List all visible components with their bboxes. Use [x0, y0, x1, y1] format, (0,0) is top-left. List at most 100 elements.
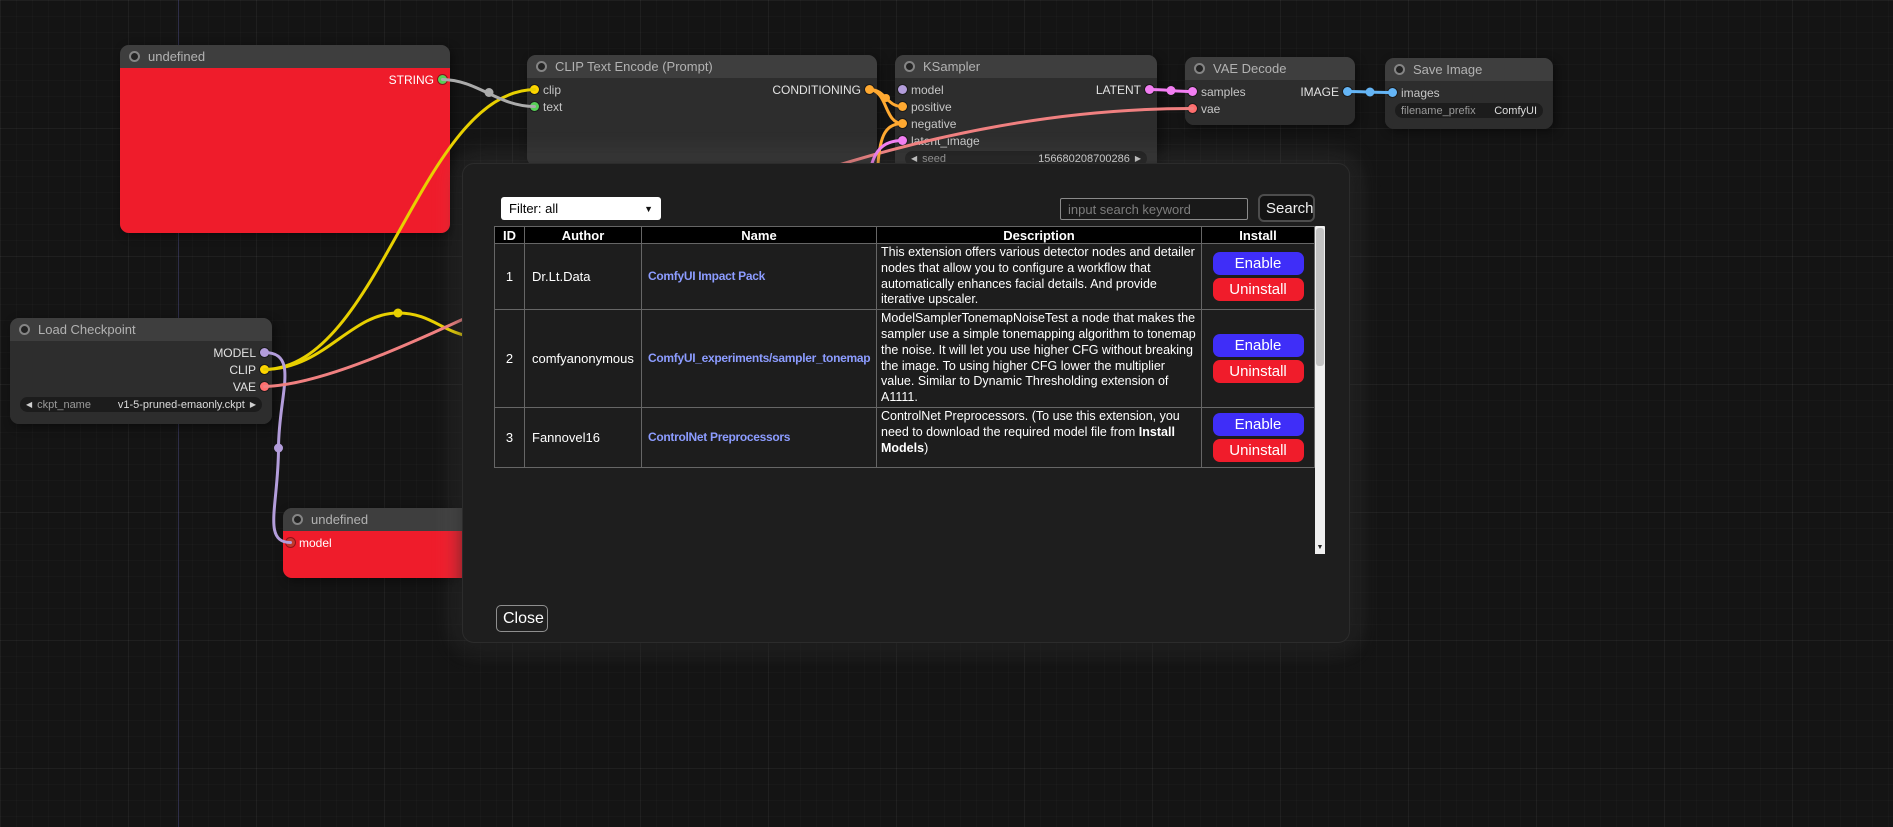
node-title: KSampler: [923, 59, 980, 74]
uninstall-button[interactable]: Uninstall: [1213, 439, 1304, 462]
cell-description: This extension offers various detector n…: [877, 244, 1202, 310]
node-title: VAE Decode: [1213, 61, 1286, 76]
search-button[interactable]: Search: [1258, 194, 1315, 222]
cell-install: Enable Uninstall: [1202, 407, 1315, 467]
input-pin-model[interactable]: [286, 538, 295, 547]
scrollbar-thumb[interactable]: [1316, 228, 1324, 366]
node-title: undefined: [311, 512, 368, 527]
input-pin-clip[interactable]: [530, 85, 539, 94]
cell-install: Enable Uninstall: [1202, 310, 1315, 408]
cell-description: ControlNet Preprocessors. (To use this e…: [877, 407, 1202, 467]
node-collapse-icon[interactable]: [904, 61, 915, 72]
node-header[interactable]: CLIP Text Encode (Prompt): [527, 55, 877, 78]
input-slot-vae: vae: [1185, 100, 1355, 117]
slot-label: positive: [911, 100, 952, 114]
cell-description: ModelSamplerTonemapNoiseTest a node that…: [877, 310, 1202, 408]
ckpt-name-widget[interactable]: ◀ ckpt_name v1-5-pruned-emaonly.ckpt ▶: [20, 397, 262, 412]
enable-button[interactable]: Enable: [1213, 252, 1304, 275]
slot-label: model: [299, 536, 332, 550]
node-save-image[interactable]: Save Image images filename_prefix ComfyU…: [1385, 58, 1553, 129]
table-row: 1 Dr.Lt.Data ComfyUI Impact Pack This ex…: [495, 244, 1315, 310]
cell-name: ComfyUI_experiments/sampler_tonemap: [642, 310, 877, 408]
slot-label: latent_image: [911, 134, 980, 148]
cell-author: Dr.Lt.Data: [525, 244, 642, 310]
node-undefined-top[interactable]: undefined STRING: [120, 45, 450, 233]
slot-label: vae: [1201, 102, 1220, 116]
header-description: Description: [877, 227, 1202, 244]
node-collapse-icon[interactable]: [292, 514, 303, 525]
output-pin-clip[interactable]: [260, 365, 269, 374]
node-clip-text-encode[interactable]: CLIP Text Encode (Prompt) CONDITIONING c…: [527, 55, 877, 166]
node-collapse-icon[interactable]: [19, 324, 30, 335]
widget-label: filename_prefix: [1401, 105, 1476, 117]
node-header[interactable]: Save Image: [1385, 58, 1553, 81]
node-header[interactable]: Load Checkpoint: [10, 318, 272, 341]
slot-label: VAE: [233, 380, 256, 394]
description-text: This extension offers various detector n…: [881, 245, 1195, 306]
output-pin-vae[interactable]: [260, 382, 269, 391]
table-scrollbar[interactable]: ▼: [1315, 226, 1325, 554]
node-collapse-icon[interactable]: [129, 51, 140, 62]
input-pin-latent-image[interactable]: [898, 136, 907, 145]
slot-label: text: [543, 100, 562, 114]
description-text: ModelSamplerTonemapNoiseTest a node that…: [881, 311, 1196, 404]
node-collapse-icon[interactable]: [1394, 64, 1405, 75]
output-slot-vae: VAE: [10, 378, 272, 395]
widget-left-arrow-icon[interactable]: ◀: [26, 401, 32, 409]
input-pin-images[interactable]: [1388, 88, 1397, 97]
slot-label: negative: [911, 117, 956, 131]
table-row: 3 Fannovel16 ControlNet Preprocessors Co…: [495, 407, 1315, 467]
cell-id: 3: [495, 407, 525, 467]
pack-link[interactable]: ComfyUI Impact Pack: [648, 269, 765, 283]
scrollbar-down-arrow-icon[interactable]: ▼: [1315, 542, 1325, 554]
output-slot-model: MODEL: [10, 344, 272, 361]
output-pin-model[interactable]: [260, 348, 269, 357]
wire-string-to-text: [443, 80, 535, 107]
pack-link[interactable]: ControlNet Preprocessors: [648, 430, 790, 444]
node-header[interactable]: undefined: [120, 45, 450, 68]
input-slot-model: model: [895, 81, 1157, 98]
input-pin-vae[interactable]: [1188, 104, 1197, 113]
input-slot-clip: clip: [527, 81, 877, 98]
node-load-checkpoint[interactable]: Load Checkpoint MODEL CLIP VAE ◀ ckpt_na…: [10, 318, 272, 424]
uninstall-button[interactable]: Uninstall: [1213, 278, 1304, 301]
pack-link[interactable]: ComfyUI_experiments/sampler_tonemap: [648, 351, 870, 365]
enable-button[interactable]: Enable: [1213, 413, 1304, 436]
output-pin-string[interactable]: [438, 75, 447, 84]
widget-label: ckpt_name: [37, 399, 91, 411]
node-ksampler[interactable]: KSampler LATENT model positive negative …: [895, 55, 1157, 170]
cell-id: 1: [495, 244, 525, 310]
node-title: CLIP Text Encode (Prompt): [555, 59, 713, 74]
input-slot-negative: negative: [895, 115, 1157, 132]
filename-prefix-widget[interactable]: filename_prefix ComfyUI: [1395, 103, 1543, 118]
search-input[interactable]: [1060, 198, 1248, 220]
slot-label: CLIP: [229, 363, 256, 377]
input-slot-samples: samples: [1185, 83, 1355, 100]
node-header[interactable]: KSampler: [895, 55, 1157, 78]
node-header[interactable]: VAE Decode: [1185, 57, 1355, 80]
input-pin-text[interactable]: [530, 102, 539, 111]
input-pin-negative[interactable]: [898, 119, 907, 128]
input-slot-text: text: [527, 98, 877, 115]
widget-right-arrow-icon[interactable]: ▶: [1135, 155, 1141, 163]
input-pin-positive[interactable]: [898, 102, 907, 111]
custom-nodes-table: ID Author Name Description Install 1 Dr.…: [494, 226, 1315, 468]
header-author: Author: [525, 227, 642, 244]
enable-button[interactable]: Enable: [1213, 334, 1304, 357]
filter-select[interactable]: Filter: all ▼: [501, 197, 661, 220]
select-caret-icon: ▼: [644, 204, 653, 214]
header-name: Name: [642, 227, 877, 244]
widget-right-arrow-icon[interactable]: ▶: [250, 401, 256, 409]
node-collapse-icon[interactable]: [1194, 63, 1205, 74]
widget-left-arrow-icon[interactable]: ◀: [911, 155, 917, 163]
slot-label: STRING: [389, 73, 434, 87]
input-pin-model[interactable]: [898, 85, 907, 94]
input-pin-samples[interactable]: [1188, 87, 1197, 96]
wire-clip-to-hidden-node: [265, 313, 475, 370]
widget-value: v1-5-pruned-emaonly.ckpt: [118, 399, 245, 411]
node-vae-decode[interactable]: VAE Decode IMAGE samples vae: [1185, 57, 1355, 125]
close-button[interactable]: Close: [496, 605, 548, 632]
node-collapse-icon[interactable]: [536, 61, 547, 72]
uninstall-button[interactable]: Uninstall: [1213, 360, 1304, 383]
description-suffix: ): [924, 441, 928, 455]
